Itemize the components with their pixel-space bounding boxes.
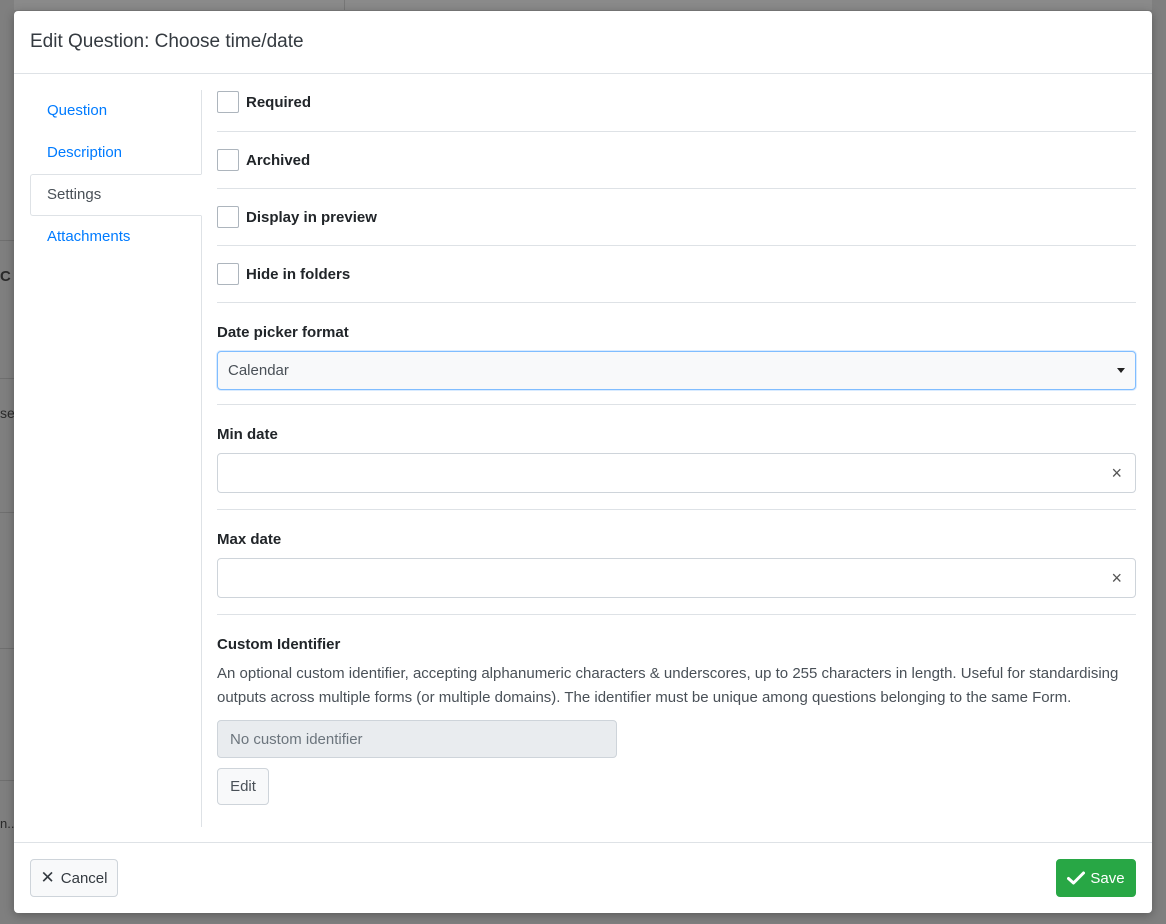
caret-down-icon <box>1117 368 1125 373</box>
modal-title: Edit Question: Choose time/date <box>30 31 304 52</box>
modal-footer: ✕ Cancel Save <box>14 842 1152 913</box>
archived-label: Archived <box>246 151 311 169</box>
check-icon <box>1067 871 1086 885</box>
edit-question-modal: Edit Question: Choose time/date Question… <box>14 11 1152 913</box>
background-topbar <box>14 0 1152 10</box>
max-date-input[interactable]: × <box>217 558 1136 598</box>
max-date-label: Max date <box>217 531 282 548</box>
settings-side-nav: Question Description Settings Attachment… <box>30 90 202 827</box>
cancel-label: Cancel <box>60 869 108 887</box>
archived-row: Archived <box>217 132 1136 189</box>
nav-item-settings[interactable]: Settings <box>30 174 202 216</box>
custom-identifier-input: No custom identifier <box>217 720 617 758</box>
background-divider <box>0 378 14 379</box>
clear-icon[interactable]: × <box>1111 463 1122 483</box>
min-date-section: Min date × <box>217 405 1136 510</box>
hide-in-folders-row: Hide in folders <box>217 246 1136 303</box>
nav-item-question[interactable]: Question <box>30 90 201 132</box>
modal-body: Question Description Settings Attachment… <box>14 74 1152 842</box>
date-picker-format-value: Calendar <box>228 362 289 379</box>
background-text: C <box>0 268 11 285</box>
modal-header: Edit Question: Choose time/date <box>14 11 1152 74</box>
required-checkbox[interactable] <box>217 91 239 113</box>
hide-in-folders-checkbox[interactable] <box>217 263 239 285</box>
display-in-preview-checkbox[interactable] <box>217 206 239 228</box>
display-in-preview-row: Display in preview <box>217 189 1136 246</box>
custom-identifier-help: An optional custom identifier, accepting… <box>217 665 1119 706</box>
date-picker-format-section: Date picker format Calendar <box>217 303 1136 405</box>
custom-identifier-label: Custom Identifier <box>217 636 341 653</box>
background-text: se <box>0 405 15 421</box>
required-label: Required <box>246 94 312 111</box>
save-button[interactable]: Save <box>1056 859 1136 897</box>
background-divider <box>0 240 14 241</box>
archived-checkbox[interactable] <box>217 149 239 171</box>
custom-identifier-section: Custom Identifier An optional custom ide… <box>217 615 1136 805</box>
display-in-preview-label: Display in preview <box>246 208 377 226</box>
close-icon: ✕ <box>40 868 55 887</box>
clear-icon[interactable]: × <box>1111 568 1122 588</box>
background-divider <box>0 512 14 513</box>
cancel-button[interactable]: ✕ Cancel <box>30 859 118 897</box>
hide-in-folders-label: Hide in folders <box>246 265 351 283</box>
date-picker-format-select[interactable]: Calendar <box>217 351 1136 390</box>
required-row: Required <box>217 90 1136 132</box>
background-divider <box>0 648 14 649</box>
min-date-input[interactable]: × <box>217 453 1136 493</box>
nav-item-description[interactable]: Description <box>30 132 201 174</box>
min-date-label: Min date <box>217 426 278 443</box>
date-picker-format-label: Date picker format <box>217 324 349 341</box>
max-date-section: Max date × <box>217 510 1136 615</box>
save-label: Save <box>1090 869 1125 887</box>
edit-identifier-button[interactable]: Edit <box>217 768 269 805</box>
settings-panel: Required Archived Display in preview Hid… <box>217 90 1136 805</box>
nav-item-attachments[interactable]: Attachments <box>30 216 201 258</box>
background-divider <box>0 780 14 781</box>
